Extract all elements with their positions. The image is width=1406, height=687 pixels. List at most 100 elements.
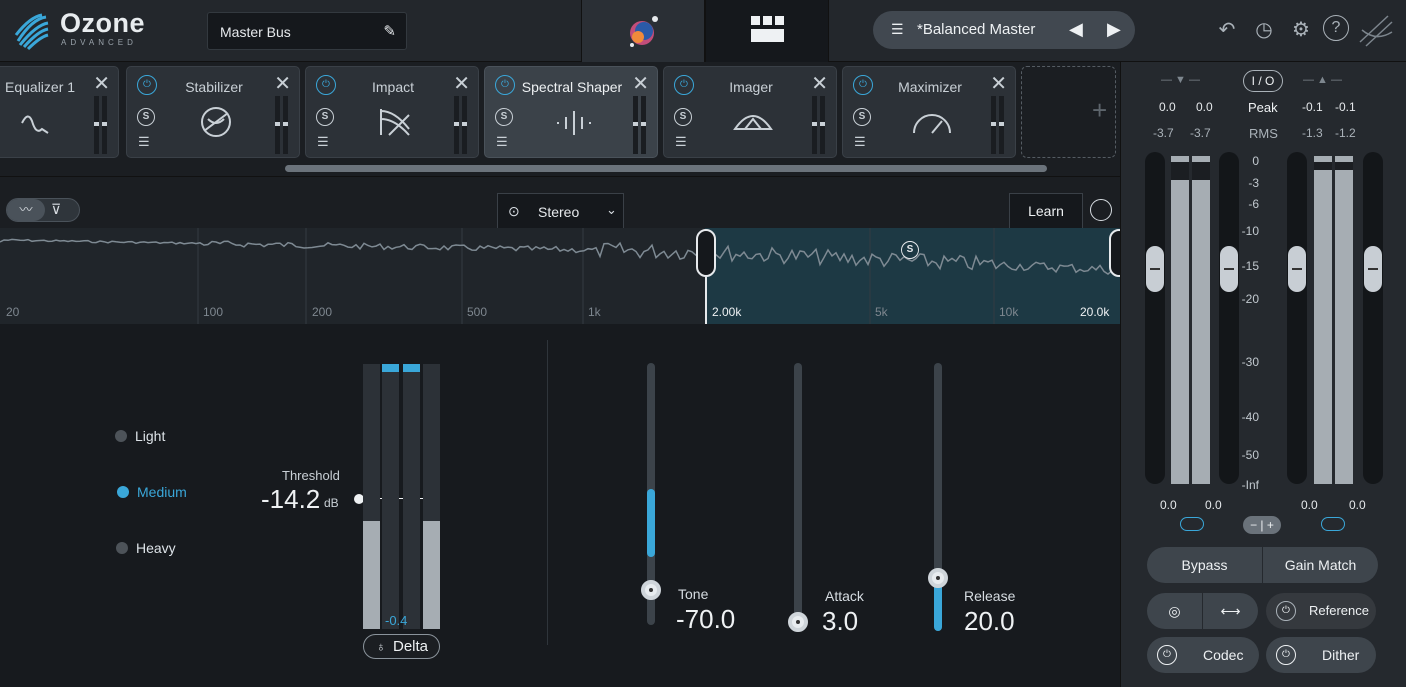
input-peak-right: 0.0: [1196, 100, 1213, 114]
attack-value[interactable]: 3.0: [822, 606, 858, 637]
release-value[interactable]: 20.0: [964, 606, 1015, 637]
module-maximizer[interactable]: ⏻ Maximizer ✕ S ☰: [842, 66, 1016, 158]
input-rms-left: -3.7: [1153, 126, 1174, 140]
spectrum-view-icon[interactable]: 〰: [7, 199, 45, 221]
threshold-label: Threshold: [282, 468, 340, 483]
tab-assistant[interactable]: [581, 0, 705, 62]
output-collapse-icon[interactable]: — ▲ —: [1303, 74, 1342, 86]
gear-icon[interactable]: ⚙: [1286, 15, 1316, 45]
stereo-mode-button[interactable]: ◎: [1147, 593, 1202, 629]
attack-slider[interactable]: [794, 363, 802, 625]
input-link-icon[interactable]: [1180, 517, 1204, 531]
release-knob[interactable]: [928, 568, 948, 588]
release-slider[interactable]: [934, 363, 942, 631]
db-scale-tick: -10: [1241, 224, 1259, 238]
threshold-value[interactable]: -14.2: [261, 484, 320, 515]
close-icon[interactable]: ✕: [93, 71, 110, 96]
undo-icon[interactable]: ↶: [1212, 15, 1242, 45]
peak-label: Peak: [1248, 100, 1278, 115]
menu-icon[interactable]: ☰: [496, 134, 508, 150]
dither-button[interactable]: ⏻ Dither: [1266, 637, 1376, 673]
mode-label: Light: [135, 428, 166, 444]
preset-selector[interactable]: ☰ *Balanced Master ◀ ▶: [873, 11, 1135, 49]
menu-icon[interactable]: ☰: [854, 134, 866, 150]
curve-view-icon[interactable]: ⊽: [51, 201, 61, 218]
impact-icon: [380, 109, 410, 136]
swap-channels-button[interactable]: ⟷: [1203, 593, 1258, 629]
db-scale-tick: -20: [1241, 292, 1259, 306]
meter-channel: [382, 364, 399, 629]
band-low-handle[interactable]: [696, 229, 716, 277]
add-module-slot[interactable]: +: [1021, 66, 1116, 158]
output-trim-fader[interactable]: [1288, 246, 1306, 292]
close-icon[interactable]: ✕: [632, 71, 649, 96]
input-collapse-icon[interactable]: — ▼ —: [1161, 74, 1200, 86]
output-fader-left-value[interactable]: 0.0: [1301, 498, 1318, 512]
divider: [547, 340, 548, 645]
module-equalizer[interactable]: Equalizer 1 ✕: [0, 66, 119, 158]
delta-label: Delta: [393, 638, 429, 655]
close-icon[interactable]: ✕: [453, 71, 470, 96]
solo-icon[interactable]: S: [137, 108, 155, 126]
band-solo-icon[interactable]: S: [901, 241, 919, 259]
meter-peak: [1335, 156, 1353, 162]
solo-icon[interactable]: S: [495, 108, 513, 126]
output-fader-right-value[interactable]: 0.0: [1349, 498, 1366, 512]
solo-icon[interactable]: S: [674, 108, 692, 126]
stereo-select[interactable]: ⊙ Stereo ⌄: [497, 193, 624, 229]
solo-icon[interactable]: S: [316, 108, 334, 126]
tab-modules[interactable]: [705, 0, 829, 62]
input-fader-left-value[interactable]: 0.0: [1160, 498, 1177, 512]
module-imager[interactable]: ⏻ Imager ✕ S ☰: [663, 66, 837, 158]
db-scale-tick: -Inf: [1241, 478, 1259, 492]
module-chain: Equalizer 1 ✕ ⏻ Stabilizer ✕ S ☰ ⏻ Impac…: [0, 62, 1120, 176]
freq-label: 1k: [588, 305, 601, 319]
mode-heavy[interactable]: Heavy: [116, 540, 176, 556]
reference-button[interactable]: ⏻ Reference: [1266, 593, 1376, 629]
close-icon[interactable]: ✕: [990, 71, 1007, 96]
menu-icon[interactable]: ☰: [675, 134, 687, 150]
pencil-icon[interactable]: ✎: [383, 22, 396, 40]
close-icon[interactable]: ✕: [811, 71, 828, 96]
input-rms-right: -3.7: [1190, 126, 1211, 140]
freq-label: 10k: [999, 305, 1019, 319]
view-toggle[interactable]: 〰 ⊽: [6, 198, 80, 222]
mode-medium[interactable]: Medium: [117, 484, 187, 500]
prev-preset-icon[interactable]: ◀: [1069, 19, 1083, 40]
menu-icon[interactable]: ☰: [138, 134, 150, 150]
rms-label: RMS: [1249, 126, 1278, 141]
preset-label: *Balanced Master: [917, 21, 1036, 38]
mode-light[interactable]: Light: [115, 428, 166, 444]
help-icon[interactable]: ?: [1323, 15, 1349, 41]
gain-offset-stepper[interactable]: − | +: [1243, 516, 1281, 534]
close-icon[interactable]: ✕: [274, 71, 291, 96]
spectrum-display[interactable]: 20 100 200 500 1k 2.00k 5k 10k 20.0k S: [0, 228, 1129, 324]
attack-knob[interactable]: [788, 612, 808, 632]
izotope-logo-icon[interactable]: [1358, 12, 1394, 48]
mode-label: Heavy: [136, 540, 176, 556]
app-logo-sub: ADVANCED: [61, 38, 137, 47]
solo-icon[interactable]: S: [853, 108, 871, 126]
output-fader[interactable]: [1364, 246, 1382, 292]
module-stabilizer[interactable]: ⏻ Stabilizer ✕ S ☰: [126, 66, 300, 158]
module-spectral-shaper[interactable]: ⏻ Spectral Shaper ✕ S ☰: [484, 66, 658, 158]
tone-value[interactable]: -70.0: [676, 604, 735, 635]
module-impact[interactable]: ⏻ Impact ✕ S ☰: [305, 66, 479, 158]
codec-button[interactable]: ⏻ Codec: [1147, 637, 1259, 673]
bypass-button[interactable]: Bypass: [1147, 547, 1262, 583]
reset-icon[interactable]: [1090, 199, 1112, 221]
input-fader-right-value[interactable]: 0.0: [1205, 498, 1222, 512]
preset-name-field[interactable]: Master Bus ✎: [207, 12, 407, 50]
learn-button[interactable]: Learn: [1009, 193, 1083, 229]
tone-knob[interactable]: [641, 580, 661, 600]
input-trim-fader[interactable]: [1146, 246, 1164, 292]
menu-icon[interactable]: ☰: [317, 134, 329, 150]
module-scrollbar[interactable]: [285, 165, 1047, 172]
io-toggle[interactable]: I / O: [1243, 70, 1283, 92]
gain-match-button[interactable]: Gain Match: [1263, 547, 1378, 583]
next-preset-icon[interactable]: ▶: [1107, 19, 1121, 40]
output-link-icon[interactable]: [1321, 517, 1345, 531]
mode-label: Medium: [137, 484, 187, 500]
delta-button[interactable]: ♁ Delta: [363, 634, 440, 659]
history-icon[interactable]: ◷: [1249, 15, 1279, 45]
